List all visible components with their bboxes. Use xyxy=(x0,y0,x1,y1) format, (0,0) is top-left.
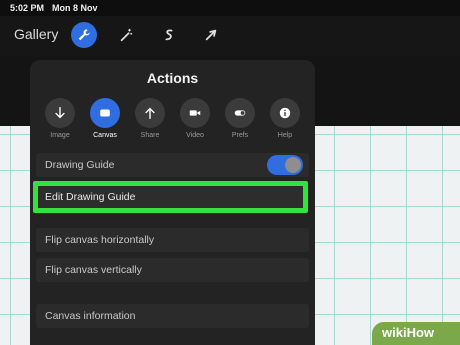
top-toolbar: Gallery xyxy=(0,16,460,56)
tab-prefs[interactable]: Prefs xyxy=(222,98,258,139)
canvas-information-button[interactable]: Canvas information xyxy=(36,304,309,328)
tab-share-label: Share xyxy=(140,132,160,139)
tab-prefs-label: Prefs xyxy=(231,132,249,139)
tab-canvas[interactable]: Canvas xyxy=(87,98,123,139)
tab-video[interactable]: Video xyxy=(177,98,213,139)
drawing-guide-label: Drawing Guide xyxy=(45,159,115,171)
flip-vertical-label: Flip canvas vertically xyxy=(45,264,142,276)
transform-arrow-icon[interactable] xyxy=(198,22,224,48)
tab-image[interactable]: Image xyxy=(42,98,78,139)
flip-vertical-button[interactable]: Flip canvas vertically xyxy=(36,258,309,282)
tab-video-label: Video xyxy=(186,132,204,139)
tab-help-label: Help xyxy=(277,132,293,139)
actions-tabs: Image Canvas Share Video Prefs Help xyxy=(40,98,305,144)
up-arrow-icon xyxy=(145,107,155,119)
wrench-icon[interactable] xyxy=(71,22,97,48)
down-arrow-icon xyxy=(55,107,65,119)
tab-share[interactable]: Share xyxy=(132,98,168,139)
gallery-button[interactable]: Gallery xyxy=(14,26,58,42)
toggle-icon xyxy=(234,110,246,116)
status-bar: 5:02 PM Mon 8 Nov xyxy=(0,0,460,16)
flip-horizontal-button[interactable]: Flip canvas horizontally xyxy=(36,228,309,252)
flip-horizontal-label: Flip canvas horizontally xyxy=(45,234,155,246)
selection-icon[interactable] xyxy=(156,22,182,48)
video-camera-icon xyxy=(189,110,201,116)
highlight-box xyxy=(33,181,308,213)
drawing-guide-toggle[interactable] xyxy=(267,155,303,175)
toggle-knob xyxy=(285,157,301,173)
info-icon xyxy=(279,107,291,119)
status-time: 5:02 PM xyxy=(10,3,45,13)
status-date: Mon 8 Nov xyxy=(52,3,98,13)
canvas-icon xyxy=(100,109,110,117)
tab-help[interactable]: Help xyxy=(267,98,303,139)
magic-wand-icon[interactable] xyxy=(113,22,139,48)
actions-title: Actions xyxy=(146,70,199,86)
tab-canvas-label: Canvas xyxy=(93,132,117,139)
canvas-information-label: Canvas information xyxy=(45,310,136,322)
tab-image-label: Image xyxy=(50,132,70,139)
watermark-logo: wikiHow xyxy=(372,322,460,345)
drawing-guide-row: Drawing Guide xyxy=(36,153,309,177)
